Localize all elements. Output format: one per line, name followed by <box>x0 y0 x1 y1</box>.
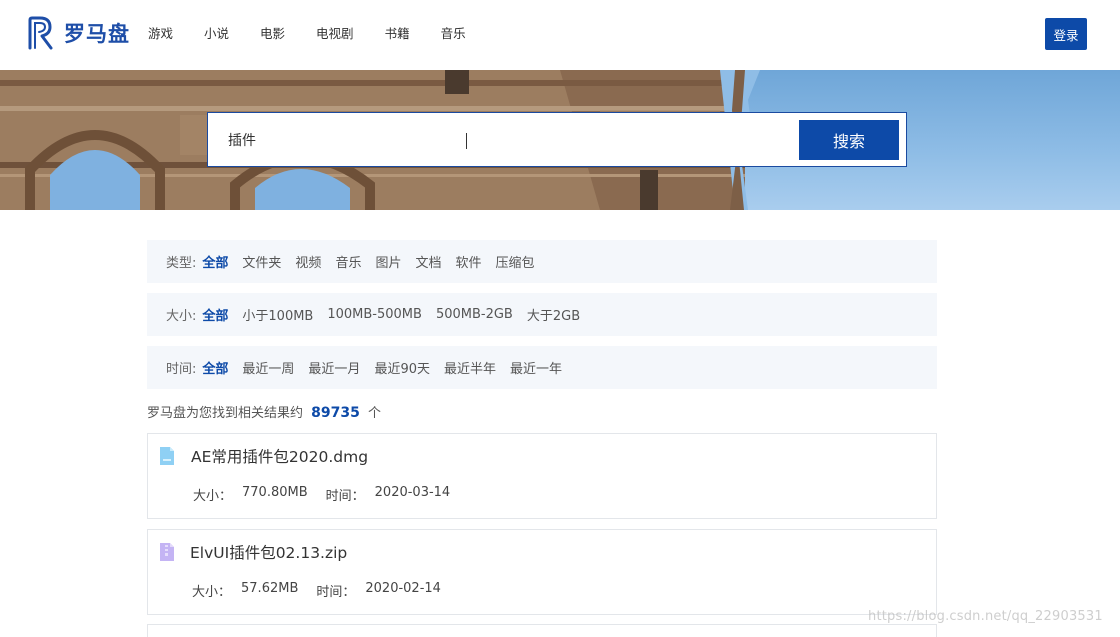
nav-item-games[interactable]: 游戏 <box>148 26 173 42</box>
filter-type-folder[interactable]: 文件夹 <box>242 252 281 271</box>
nav-item-music[interactable]: 音乐 <box>441 26 466 42</box>
filter-type-video[interactable]: 视频 <box>295 252 321 271</box>
filter-type-all[interactable]: 全部 <box>202 252 228 271</box>
result-count-prefix: 罗马盘为您找到相关结果约 <box>147 406 304 421</box>
filter-size-label: 大小: <box>166 309 197 324</box>
result-title[interactable]: ElvUI插件包02.13.zip <box>190 541 347 563</box>
size-label: 大小： <box>193 489 233 504</box>
result-count-suffix: 个 <box>368 406 382 421</box>
time-label: 时间： <box>316 585 356 600</box>
result-meta: 大小： 57.62MB 时间： 2020-02-14 <box>192 581 459 600</box>
filter-type-archive[interactable]: 压缩包 <box>496 252 535 271</box>
filter-size-gt2gb[interactable]: 大于2GB <box>527 305 580 324</box>
result-count: 罗马盘为您找到相关结果约 89735 个 <box>147 402 381 421</box>
filter-size-lt100mb[interactable]: 小于100MB <box>242 305 313 324</box>
filter-type-music[interactable]: 音乐 <box>335 252 361 271</box>
time-value: 2020-03-14 <box>374 485 451 500</box>
search-button[interactable]: 搜索 <box>799 120 899 160</box>
filter-time-week[interactable]: 最近一周 <box>242 358 294 377</box>
filter-size: 大小: 全部 小于100MB 100MB-500MB 500MB-2GB 大于2… <box>147 293 937 336</box>
watermark-text: https://blog.csdn.net/qq_22903531 <box>868 609 1103 624</box>
main-nav: 游戏 小说 电影 电视剧 书籍 音乐 <box>148 26 497 42</box>
result-title[interactable]: AE常用插件包2020.dmg <box>191 445 368 467</box>
text-caret <box>466 133 467 149</box>
nav-item-movies[interactable]: 电影 <box>260 26 285 42</box>
site-logo[interactable]: 罗马盘 <box>26 16 130 50</box>
nav-item-tv[interactable]: 电视剧 <box>316 26 354 42</box>
nav-item-novels[interactable]: 小说 <box>204 26 229 42</box>
search-box: 搜索 <box>207 112 907 167</box>
filter-time-year[interactable]: 最近一年 <box>510 358 562 377</box>
result-meta: 大小： 770.80MB 时间： 2020-03-14 <box>193 485 468 504</box>
filter-type-label: 类型: <box>166 256 197 271</box>
site-name: 罗马盘 <box>64 22 130 46</box>
time-label: 时间： <box>325 489 365 504</box>
filter-size-100-500mb[interactable]: 100MB-500MB <box>327 307 422 322</box>
size-value: 57.62MB <box>241 581 299 596</box>
size-label: 大小： <box>192 585 232 600</box>
logo-r-icon <box>28 16 53 50</box>
size-value: 770.80MB <box>242 485 308 500</box>
nav-item-books[interactable]: 书籍 <box>385 26 410 42</box>
dmg-file-icon <box>160 447 174 465</box>
filter-time-90days[interactable]: 最近90天 <box>374 358 430 377</box>
filter-type-image[interactable]: 图片 <box>375 252 401 271</box>
top-navigation-bar: 罗马盘 游戏 小说 电影 电视剧 书籍 音乐 登录 <box>0 0 1120 70</box>
result-card: ElvUI插件包02.13.zip 大小： 57.62MB 时间： 2020-0… <box>147 529 937 615</box>
time-value: 2020-02-14 <box>365 581 441 596</box>
filter-time-label: 时间: <box>166 362 197 377</box>
zip-file-icon <box>160 543 174 561</box>
result-card-partial <box>147 624 937 637</box>
filter-size-500mb-2gb[interactable]: 500MB-2GB <box>436 307 513 322</box>
filter-time-halfyear[interactable]: 最近半年 <box>444 358 496 377</box>
filter-time-month[interactable]: 最近一月 <box>308 358 360 377</box>
search-input[interactable] <box>208 113 798 166</box>
filter-size-all[interactable]: 全部 <box>202 305 228 324</box>
filter-type-software[interactable]: 软件 <box>455 252 481 271</box>
result-card: AE常用插件包2020.dmg 大小： 770.80MB 时间： 2020-03… <box>147 433 937 519</box>
filter-time-all[interactable]: 全部 <box>202 358 228 377</box>
hero-banner: 搜索 <box>0 70 1120 210</box>
filter-type-document[interactable]: 文档 <box>415 252 441 271</box>
login-button[interactable]: 登录 <box>1045 18 1087 50</box>
filter-time: 时间: 全部 最近一周 最近一月 最近90天 最近半年 最近一年 <box>147 346 937 389</box>
result-count-number: 89735 <box>311 405 360 421</box>
filter-type: 类型: 全部 文件夹 视频 音乐 图片 文档 软件 压缩包 <box>147 240 937 283</box>
